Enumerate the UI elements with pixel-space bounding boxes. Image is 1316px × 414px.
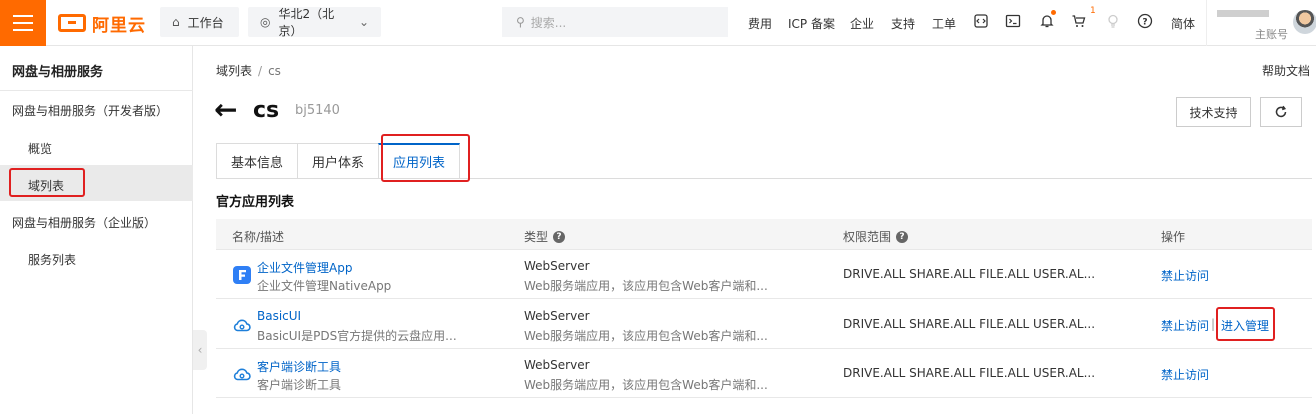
app-name-link[interactable]: 客户端诊断工具 — [257, 358, 341, 375]
app-name-link[interactable]: 企业文件管理App — [257, 259, 352, 276]
lightbulb-icon[interactable] — [1104, 12, 1122, 30]
aliyun-logo[interactable]: 阿里云 — [58, 12, 146, 36]
disable-access-link[interactable]: 禁止访问 — [1161, 267, 1209, 284]
highlight-box-enter-management — [1216, 307, 1275, 341]
breadcrumb-domains[interactable]: 域列表 — [216, 64, 252, 78]
question-icon[interactable]: ? — [553, 230, 566, 243]
app-scope: DRIVE.ALL SHARE.ALL FILE.ALL USER.AL... — [843, 366, 1096, 380]
th-actions: 操作 — [1161, 230, 1186, 244]
logo-text: 阿里云 — [92, 15, 146, 36]
app-scope: DRIVE.ALL SHARE.ALL FILE.ALL USER.AL... — [843, 317, 1096, 331]
cloud-app-icon — [233, 368, 251, 381]
app-type-desc: Web服务端应用，该应用包含Web客户端和... — [524, 279, 768, 293]
refresh-button[interactable] — [1260, 97, 1302, 127]
app-type-desc: Web服务端应用，该应用包含Web客户端和... — [524, 378, 768, 392]
action-separator: | — [1211, 317, 1216, 331]
app-desc: BasicUI是PDS官方提供的云盘应用... — [257, 329, 457, 343]
nav-icp[interactable]: ICP 备案 — [788, 15, 835, 32]
logo-mark-icon — [58, 14, 86, 32]
avatar[interactable] — [1293, 10, 1316, 34]
app-name-link[interactable]: BasicUI — [257, 309, 301, 323]
account-type: 主账号 — [1255, 28, 1288, 41]
refresh-icon — [1275, 105, 1287, 118]
app-desc: 企业文件管理NativeApp — [257, 279, 392, 293]
help-docs-link[interactable]: 帮助文档 — [1262, 62, 1310, 79]
sidebar-group-developer[interactable]: 网盘与相册服务（开发者版） — [12, 102, 168, 119]
cloud-app-icon — [233, 319, 251, 332]
sidebar-group-enterprise[interactable]: 网盘与相册服务（企业版） — [12, 214, 156, 231]
code-icon[interactable] — [972, 12, 990, 30]
nav-support[interactable]: 支持 — [891, 15, 915, 32]
app-type: WebServer — [524, 259, 590, 273]
app-desc: 客户端诊断工具 — [257, 378, 342, 392]
sidebar-divider — [0, 90, 193, 91]
table-row: BasicUI BasicUI是PDS官方提供的云盘应用... WebServe… — [216, 300, 1312, 349]
app-type: WebServer — [524, 358, 590, 372]
th-name: 名称/描述 — [232, 230, 285, 244]
question-icon[interactable]: ? — [896, 230, 909, 243]
chevron-down-icon: ⌄ — [358, 15, 369, 29]
top-bar: 阿里云 ⌂ 工作台 ◎ 华北2（北京） ⌄ ⚲ 搜索... 费用 ICP 备案 … — [0, 0, 1316, 46]
terminal-icon[interactable] — [1004, 12, 1022, 30]
disable-access-link[interactable]: 禁止访问 — [1161, 317, 1209, 334]
menu-icon[interactable] — [0, 0, 46, 46]
table-row: 客户端诊断工具 客户端诊断工具 WebServer Web服务端应用，该应用包含… — [216, 349, 1312, 398]
search-icon: ⚲ — [516, 15, 525, 29]
highlight-box-domains — [9, 168, 85, 197]
app-type-desc: Web服务端应用，该应用包含Web客户端和... — [524, 329, 768, 343]
help-icon[interactable]: ? — [1136, 12, 1154, 30]
page-subtitle: bj5140 — [295, 103, 340, 118]
home-icon: ⌂ — [172, 15, 180, 29]
location-icon: ◎ — [260, 15, 271, 29]
breadcrumb: 域列表 / cs — [216, 64, 281, 78]
nav-billing[interactable]: 费用 — [748, 15, 772, 32]
notification-dot — [1051, 10, 1056, 15]
nav-ticket[interactable]: 工单 — [932, 15, 956, 32]
disable-access-link[interactable]: 禁止访问 — [1161, 366, 1209, 383]
svg-text:?: ? — [1142, 18, 1147, 28]
sidebar-item-overview[interactable]: 概览 — [28, 140, 52, 157]
workbench-button[interactable]: ⌂ 工作台 — [160, 7, 239, 37]
cart-count-badge: 1 — [1090, 6, 1096, 16]
sidebar-item-services[interactable]: 服务列表 — [28, 251, 76, 268]
tech-support-button[interactable]: 技术支持 — [1176, 97, 1251, 127]
tab-user-system[interactable]: 用户体系 — [297, 143, 379, 179]
th-scope: 权限范围? — [843, 228, 909, 245]
file-app-icon — [233, 266, 251, 284]
breadcrumb-current: cs — [268, 64, 281, 78]
account-name-redacted — [1217, 10, 1269, 17]
back-arrow-icon[interactable]: ← — [214, 96, 237, 124]
app-scope: DRIVE.ALL SHARE.ALL FILE.ALL USER.AL... — [843, 267, 1096, 281]
tab-basic-info[interactable]: 基本信息 — [216, 143, 298, 179]
sidebar-collapse-handle[interactable]: ‹ — [193, 330, 207, 370]
cart-icon[interactable] — [1070, 12, 1088, 30]
nav-enterprise[interactable]: 企业 — [850, 15, 874, 32]
page-title: cs — [253, 98, 280, 123]
region-selector[interactable]: ◎ 华北2（北京） ⌄ — [248, 7, 381, 38]
section-title: 官方应用列表 — [216, 195, 295, 210]
sidebar-title: 网盘与相册服务 — [12, 65, 104, 80]
app-type: WebServer — [524, 309, 590, 323]
th-type: 类型? — [524, 228, 566, 245]
table-header: 名称/描述 类型? 权限范围? 操作 — [216, 219, 1312, 250]
table-row: 企业文件管理App 企业文件管理NativeApp WebServer Web服… — [216, 250, 1312, 299]
search-input[interactable]: ⚲ 搜索... — [502, 7, 728, 37]
highlight-box-app-list-tab — [381, 134, 470, 182]
language-switch[interactable]: 简体 — [1171, 15, 1195, 32]
sidebar: 网盘与相册服务 网盘与相册服务（开发者版） 概览 域列表 网盘与相册服务（企业版… — [0, 46, 193, 414]
